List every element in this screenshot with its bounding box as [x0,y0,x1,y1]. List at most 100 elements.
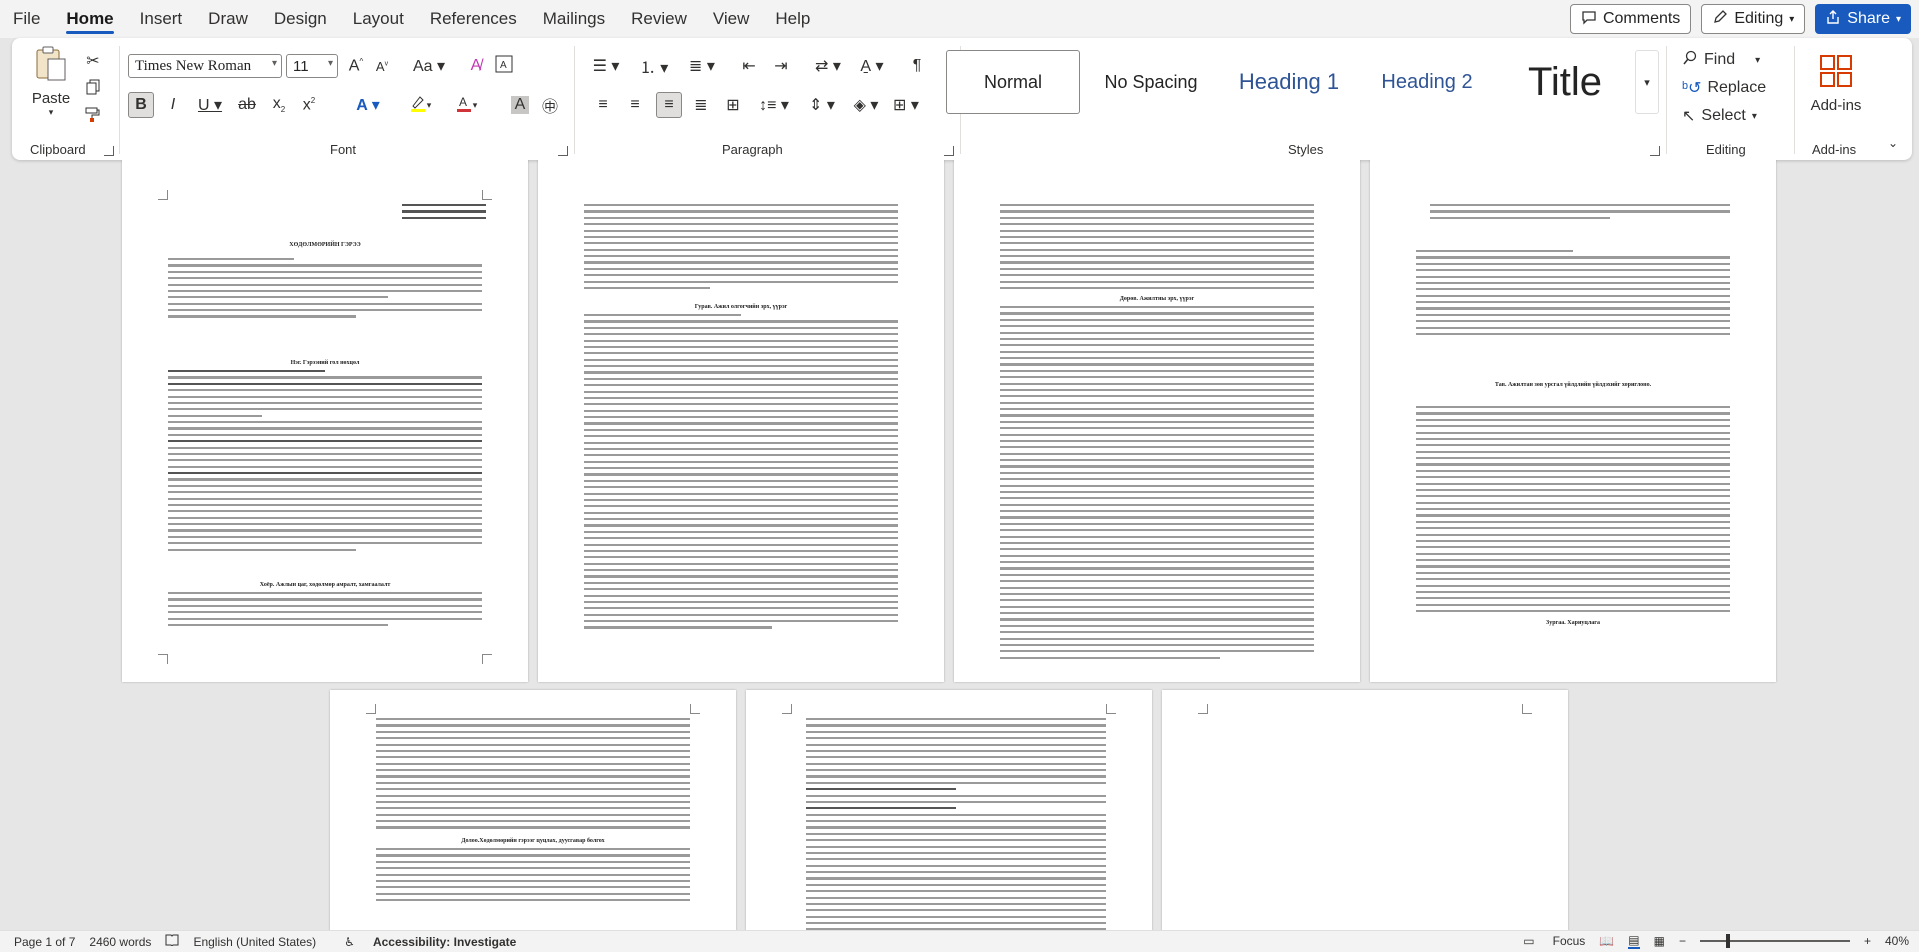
focus-button[interactable]: ▭ Focus [1509,934,1585,948]
document-page-5[interactable]: Долоо.Хөдөлмөрийн гэрээг цуцлах, дуусгав… [330,690,736,930]
numbering-button[interactable]: ⒈ ▾ [634,54,674,78]
distributed-button[interactable]: ⊞ [720,92,746,118]
show-formatting-button[interactable]: ¶ [904,54,930,78]
menu-draw[interactable]: Draw [195,0,261,38]
pilcrow-icon: ¶ [912,57,922,74]
style-title[interactable]: Title [1498,50,1632,114]
menu-design[interactable]: Design [261,0,340,38]
grow-font-button[interactable]: A^ [344,54,368,78]
align-right-button[interactable]: ≡ [656,92,682,118]
style-normal[interactable]: Normal [946,50,1080,114]
read-mode-icon[interactable]: 📖 [1599,934,1614,948]
word-count[interactable]: 2460 words [89,935,151,949]
menu-view[interactable]: View [700,0,763,38]
font-color-button[interactable]: A ▾ [446,92,486,118]
document-page-3[interactable]: Дөрөв. Ажилтны эрх, үүрэг [954,160,1360,682]
clipboard-icon [34,45,68,88]
highlight-color-button[interactable]: ▾ [400,92,440,118]
margin-mark [782,704,792,714]
text-effects-button[interactable]: A ▾ [350,92,386,118]
font-name-dropdown[interactable]: Times New Roman ▾ [128,54,282,78]
format-painter-button[interactable] [82,106,104,128]
document-page-6[interactable] [746,690,1152,930]
chevron-down-icon: ▾ [426,99,432,110]
zoom-slider-thumb[interactable] [1725,934,1730,948]
addins-button[interactable]: Add-ins [1800,46,1872,122]
asian-layout-button[interactable]: A̱ ▾ [852,54,892,78]
decrease-indent-button[interactable]: ⇤ [736,54,762,78]
distributed-icon: ⊞ [726,97,740,114]
find-button[interactable]: Find ▾ [1682,48,1760,72]
menu-file[interactable]: File [0,0,53,38]
menu-mailings[interactable]: Mailings [530,0,618,38]
style-heading-2[interactable]: Heading 2 [1360,50,1494,114]
print-layout-icon[interactable]: ▤ [1628,933,1640,949]
line-spacing-button[interactable]: ↕≡ ▾ [754,92,794,118]
replace-button[interactable]: ᵇ↺ Replace [1682,76,1766,100]
zoom-slider[interactable] [1699,934,1850,948]
italic-button[interactable]: I [160,92,186,118]
document-page-7[interactable] [1162,690,1568,930]
cut-button[interactable]: ✂ [82,50,104,72]
document-page-4[interactable]: Тав. Ажилтан зөв урсгал үйлдлийн үйлдэхи… [1370,160,1776,682]
style-heading-1[interactable]: Heading 1 [1222,50,1356,114]
document-page-1[interactable]: ХӨДӨЛМӨРИЙН ГЭРЭЭ Нэг. Гэрээний гол нөхц… [122,160,528,682]
zoom-out-button[interactable]: − [1679,934,1686,948]
share-button[interactable]: Share ▾ [1815,4,1911,34]
font-launcher[interactable] [558,146,568,156]
superscript-button[interactable]: x2 [296,92,322,118]
strikethrough-button[interactable]: ab [234,92,260,118]
styles-gallery-more-button[interactable]: ▾ [1635,50,1659,114]
page-count[interactable]: Page 1 of 7 [14,935,75,949]
zoom-level[interactable]: 40% [1885,934,1909,948]
menu-references[interactable]: References [417,0,530,38]
accessibility-status[interactable]: ♿ Accessibility: Investigate [330,935,516,949]
align-center-icon: ≡ [630,96,640,113]
subscript-button[interactable]: x2 [266,92,292,118]
web-layout-icon[interactable]: ▦ [1654,934,1665,948]
style-no-spacing[interactable]: No Spacing [1084,50,1218,114]
text-direction-icon: ⇄ ▾ [815,58,841,75]
clipboard-launcher[interactable] [104,146,114,156]
select-button[interactable]: ↖ Select ▾ [1682,104,1757,128]
character-shading-button[interactable]: A [508,92,532,118]
menu-insert[interactable]: Insert [127,0,196,38]
page-2-body [584,204,898,293]
shading-button[interactable]: ◈ ▾ [848,92,884,118]
menu-layout[interactable]: Layout [340,0,417,38]
align-center-button[interactable]: ≡ [622,92,648,118]
editing-mode-button[interactable]: Editing ▾ [1701,4,1806,34]
multilevel-list-button[interactable]: ≣ ▾ [682,54,722,78]
text-effects-box-button[interactable]: A [492,54,516,78]
comments-button[interactable]: Comments [1569,4,1692,34]
font-size-dropdown[interactable]: 11 ▾ [286,54,338,78]
zoom-in-button[interactable]: + [1864,934,1871,948]
margin-mark [690,704,700,714]
shrink-font-button[interactable]: Av [370,54,394,78]
borders-button[interactable]: ⊞ ▾ [888,92,924,118]
document-canvas[interactable]: ХӨДӨЛМӨРИЙН ГЭРЭЭ Нэг. Гэрээний гол нөхц… [0,160,1919,930]
copy-button[interactable] [82,78,104,100]
proofing-icon[interactable] [165,934,179,949]
menu-review[interactable]: Review [618,0,700,38]
paste-button[interactable]: Paste ▾ [26,45,76,117]
styles-launcher[interactable] [1650,146,1660,156]
language-status[interactable]: English (United States) [193,935,316,949]
ribbon-collapse-button[interactable]: ⌄ [1882,132,1904,154]
clear-formatting-button[interactable]: A̸ [464,54,488,78]
underline-button[interactable]: U ▾ [192,92,228,118]
change-case-button[interactable]: Aa ▾ [410,54,448,78]
align-left-button[interactable]: ≡ [590,92,616,118]
paragraph-spacing-button[interactable]: ⇕ ▾ [802,92,842,118]
paragraph-launcher[interactable] [944,146,954,156]
separator [1666,46,1667,154]
menu-home[interactable]: Home [53,0,126,38]
enclose-characters-button[interactable]: ㊥ [538,92,562,118]
increase-indent-button[interactable]: ⇥ [768,54,794,78]
bold-button[interactable]: B [128,92,154,118]
justify-button[interactable]: ≣ [688,92,714,118]
menu-help[interactable]: Help [762,0,823,38]
document-page-2[interactable]: Гурав. Ажил олгогчийн эрх, үүрэг [538,160,944,682]
text-direction-button[interactable]: ⇄ ▾ [808,54,848,78]
bullets-button[interactable]: ☰ ▾ [586,54,626,78]
